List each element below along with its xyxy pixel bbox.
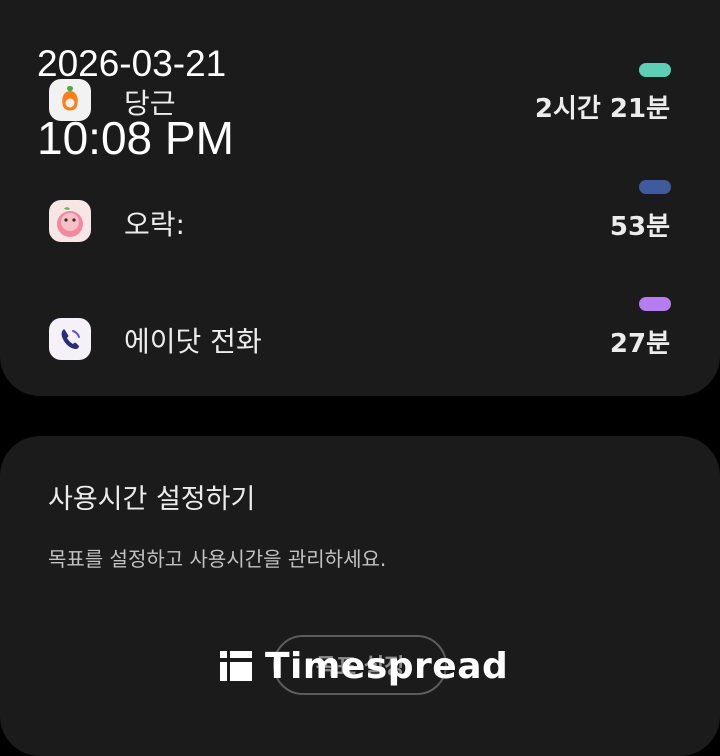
watermark: Timespread — [219, 645, 509, 687]
app-usage-time: 2시간 21분 — [534, 94, 670, 124]
overlay-time: 10:08 PM — [37, 112, 234, 164]
app-name: 에이닷 전화 — [124, 325, 262, 358]
goal-card-title: 사용시간 설정하기 — [48, 484, 256, 515]
peach-character-icon — [49, 200, 91, 242]
app-row-game[interactable]: 오락: 53분 — [0, 179, 720, 259]
app-name: 오락: — [124, 208, 185, 241]
goal-card-description: 목표를 설정하고 사용시간을 관리하세요. — [48, 547, 387, 571]
timespread-logo-icon — [220, 651, 252, 681]
usage-goal-card: 사용시간 설정하기 목표를 설정하고 사용시간을 관리하세요. 목표 설정 — [0, 436, 720, 756]
app-usage-time: 27분 — [609, 329, 670, 359]
app-color-indicator — [639, 297, 671, 311]
watermark-text: Timespread — [265, 645, 509, 687]
app-row-phone[interactable]: 에이닷 전화 27분 — [0, 296, 720, 376]
phone-icon — [49, 318, 91, 360]
app-color-indicator — [639, 180, 671, 194]
overlay-date: 2026-03-21 — [37, 43, 227, 84]
app-usage-time: 53분 — [609, 212, 670, 242]
app-color-indicator — [639, 63, 671, 77]
